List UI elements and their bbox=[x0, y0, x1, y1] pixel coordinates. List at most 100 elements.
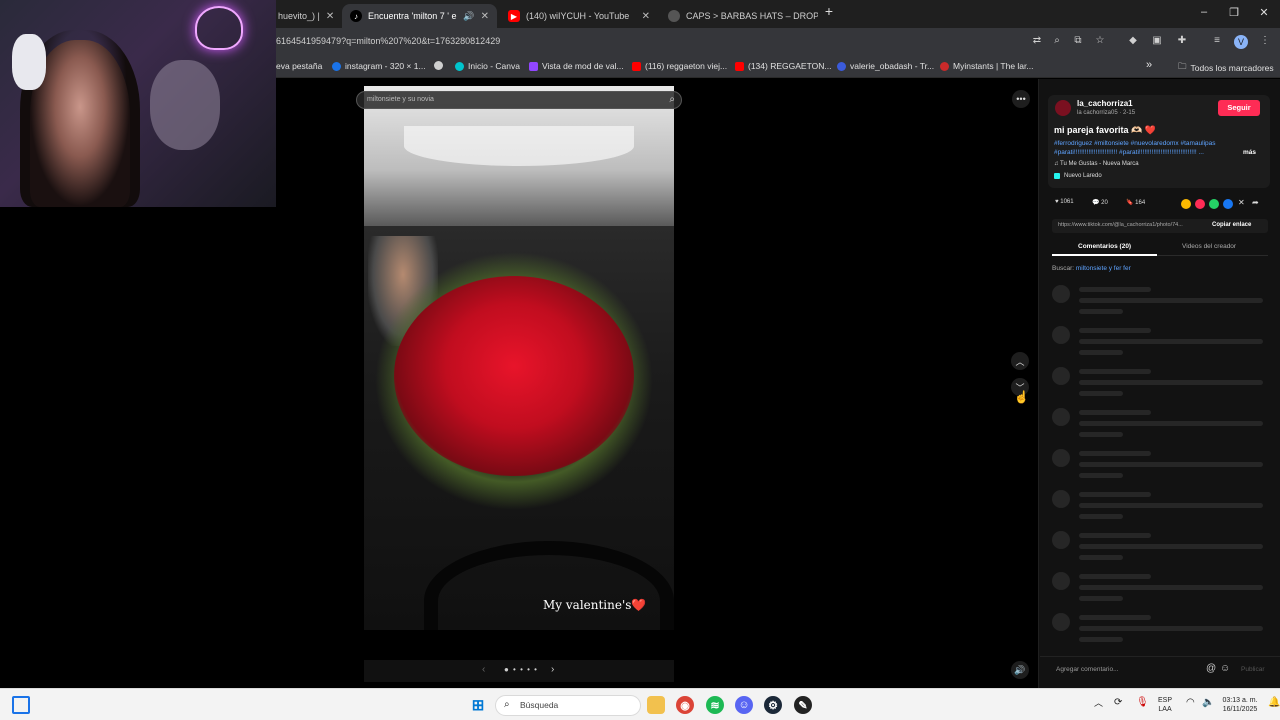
install-icon[interactable]: ⧉ bbox=[1071, 35, 1085, 49]
chevron-up-icon[interactable]: ︿ bbox=[1011, 352, 1029, 370]
close-icon[interactable]: ✕ bbox=[475, 11, 489, 22]
zoom-icon[interactable]: ⌕ bbox=[1050, 35, 1064, 49]
username[interactable]: la_cachorriza1 bbox=[1077, 99, 1133, 108]
notification-icon[interactable]: 🔔 bbox=[1268, 698, 1280, 708]
close-window-button[interactable]: ✕ bbox=[1254, 6, 1274, 19]
audio-icon[interactable]: 🔊 bbox=[463, 11, 474, 22]
steam-icon[interactable]: ⚙ bbox=[764, 696, 782, 714]
new-tab-button[interactable]: + bbox=[819, 3, 839, 19]
language-indicator[interactable]: ESP LAA bbox=[1158, 696, 1172, 714]
facebook-icon[interactable] bbox=[1223, 199, 1233, 209]
sidepanel-icon[interactable]: ▣ bbox=[1150, 35, 1164, 49]
puzzle-icon[interactable]: ✚ bbox=[1175, 35, 1189, 49]
bookmark-instagram[interactable]: instagram - 320 × 1... bbox=[332, 61, 426, 71]
ceiling-light bbox=[404, 126, 634, 166]
publish-button[interactable]: Publicar bbox=[1241, 666, 1264, 673]
post-hashtags-2[interactable]: #parati!!!!!!!!!!!!!!!!!!!!!!!! #parati!… bbox=[1054, 149, 1204, 156]
location-tag[interactable]: Nuevo Laredo bbox=[1054, 173, 1102, 179]
close-icon[interactable]: ✕ bbox=[636, 11, 650, 22]
mouse-cursor: ☝ bbox=[1014, 390, 1029, 404]
pager-dots: ● • • • • bbox=[504, 665, 538, 674]
post-hashtags[interactable]: #ferrodriguez #miltonsiete #nuevolaredom… bbox=[1054, 140, 1216, 147]
avatar[interactable] bbox=[1055, 100, 1071, 116]
windows-icon[interactable]: ⊞ bbox=[469, 696, 487, 714]
tab-tiktok[interactable]: ♪ Encuentra 'milton 7 ' en Tik 🔊 ✕ bbox=[342, 4, 497, 28]
chrome-icon[interactable]: ◉ bbox=[676, 696, 694, 714]
bookmark-globe[interactable] bbox=[434, 61, 447, 70]
discord-icon[interactable]: ☺ bbox=[735, 696, 753, 714]
spotify-icon[interactable]: ≋ bbox=[706, 696, 724, 714]
bookmark-youtube-2[interactable]: (134) REGGAETON... bbox=[735, 61, 831, 71]
wifi-icon[interactable]: ◠ bbox=[1186, 698, 1195, 708]
search-icon[interactable]: ⌕ bbox=[669, 94, 675, 105]
follow-button[interactable]: Seguir bbox=[1218, 100, 1260, 116]
share-tiktok-icon[interactable] bbox=[1195, 199, 1205, 209]
comment-skeleton-avatar bbox=[1052, 490, 1070, 508]
bookmark-new-tab[interactable]: eva pestaña bbox=[276, 61, 322, 71]
profile-avatar[interactable]: V bbox=[1234, 35, 1248, 49]
tab-caps[interactable]: CAPS > BARBAS HATS – DROP ✕ bbox=[660, 4, 818, 28]
search-icon: ⌕ bbox=[504, 699, 510, 710]
tab-huevito[interactable]: huevito_) | ✕ bbox=[270, 4, 340, 28]
file-explorer-icon[interactable] bbox=[647, 696, 665, 714]
comment-count[interactable]: 💬 20 bbox=[1092, 199, 1108, 206]
bookmark-myinstants[interactable]: Myinstants | The lar... bbox=[940, 61, 1033, 71]
taskbar-search[interactable]: ⌕ Búsqueda bbox=[495, 695, 641, 716]
comment-skeleton-avatar bbox=[1052, 367, 1070, 385]
like-count[interactable]: ♥ 1061 bbox=[1055, 199, 1074, 205]
bookmark-youtube-1[interactable]: (116) reggaeton viej... bbox=[632, 61, 727, 71]
mention-icon[interactable]: @ bbox=[1206, 663, 1216, 674]
comment-skeleton-line bbox=[1079, 514, 1123, 519]
tray-mic-icon[interactable]: 🎙 bbox=[1136, 698, 1149, 708]
star-icon[interactable]: ☆ bbox=[1093, 35, 1107, 49]
maximize-button[interactable]: ❐ bbox=[1224, 6, 1244, 19]
search-overlay[interactable]: miltonsiete y su novia ⌕ bbox=[356, 91, 682, 109]
media-icon[interactable]: ≡ bbox=[1210, 35, 1224, 49]
close-icon[interactable]: ✕ bbox=[320, 11, 334, 22]
x-icon[interactable]: ✕ bbox=[1238, 198, 1245, 207]
post-photo[interactable] bbox=[364, 86, 674, 630]
comment-skeleton-line bbox=[1079, 287, 1151, 292]
tab-divider bbox=[1157, 255, 1268, 256]
save-count[interactable]: 🔖 164 bbox=[1126, 199, 1145, 206]
comment-skeleton-line bbox=[1079, 533, 1151, 538]
minimize-button[interactable]: – bbox=[1194, 6, 1214, 18]
comment-input[interactable]: Agregar comentario... bbox=[1056, 666, 1119, 673]
volume-icon[interactable]: 🔊 bbox=[1011, 661, 1029, 679]
headset bbox=[12, 34, 46, 90]
search-suggestion[interactable]: Buscar: miltonsiete y fer fer bbox=[1052, 265, 1131, 272]
music-label[interactable]: ♫ Tu Me Gustas - Nueva Marca bbox=[1054, 161, 1139, 167]
next-photo-icon[interactable]: › bbox=[551, 664, 554, 675]
clock-time: 03:13 a. m. bbox=[1222, 697, 1258, 704]
tray-sync-icon[interactable]: ⟳ bbox=[1114, 698, 1122, 708]
widgets-icon[interactable] bbox=[12, 696, 30, 714]
tray-overflow-icon[interactable]: ︿ bbox=[1094, 699, 1103, 708]
translate-icon[interactable]: ⇄ bbox=[1030, 35, 1044, 49]
tab-creator-videos[interactable]: Videos del creador bbox=[1182, 243, 1236, 250]
emoji-icon[interactable]: ☺ bbox=[1220, 663, 1230, 674]
tab-youtube[interactable]: ▶ (140) wiIYCUH - YouTube ✕ bbox=[500, 4, 658, 28]
more-icon[interactable]: ⋮ bbox=[1258, 35, 1272, 49]
all-bookmarks[interactable]: 🗀 Todos los marcadores bbox=[1178, 61, 1274, 75]
whatsapp-icon[interactable] bbox=[1209, 199, 1219, 209]
tab-comments[interactable]: Comentarios (20) bbox=[1078, 243, 1131, 250]
prev-photo-icon[interactable]: ‹ bbox=[482, 664, 485, 675]
url-field[interactable]: 616454195947​9?q=milton%207%20&t=1763280… bbox=[276, 36, 500, 46]
extension-icon[interactable]: ◆ bbox=[1126, 35, 1140, 49]
more-options-icon[interactable]: ••• bbox=[1012, 90, 1030, 108]
globe-icon bbox=[434, 61, 443, 70]
volume-icon[interactable]: 🔈 bbox=[1202, 698, 1214, 708]
clock[interactable]: 03:13 a. m. 16/11/2025 bbox=[1218, 696, 1262, 714]
bookmark-canva[interactable]: Inicio - Canva bbox=[455, 61, 520, 71]
bookmarks-overflow[interactable]: » bbox=[1146, 59, 1152, 71]
repost-icon[interactable] bbox=[1181, 199, 1191, 209]
app-icon[interactable]: ✎ bbox=[794, 696, 812, 714]
post-link[interactable]: https://www.tiktok.com/@la_cachorriza1/p… bbox=[1058, 222, 1183, 228]
bookmark-twitch[interactable]: Vista de mod de val... bbox=[529, 61, 624, 71]
share-icon[interactable]: ➦ bbox=[1252, 198, 1259, 207]
more-link[interactable]: más bbox=[1243, 149, 1256, 156]
youtube-icon bbox=[735, 61, 744, 71]
comment-skeleton-line bbox=[1079, 432, 1123, 437]
bookmark-tracker[interactable]: valerie_obadash - Tr... bbox=[837, 61, 934, 71]
copy-link-button[interactable]: Copiar enlace bbox=[1212, 222, 1251, 228]
